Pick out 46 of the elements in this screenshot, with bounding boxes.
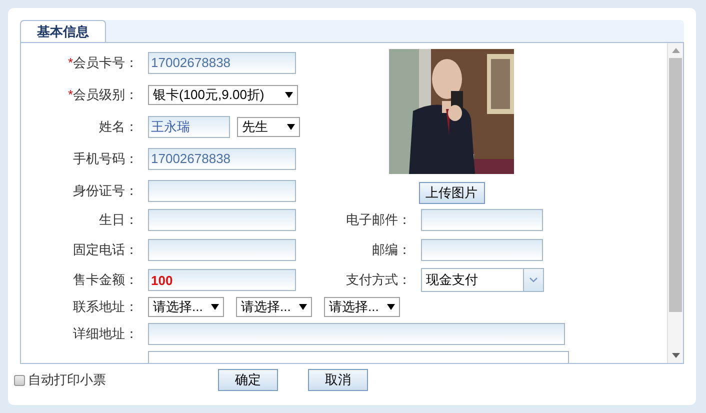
dropdown-arrow-icon xyxy=(285,92,293,98)
dropdown[interactable]: 先生 xyxy=(237,116,300,136)
dropdown-arrow-icon xyxy=(387,304,395,310)
dropdown[interactable]: 现金支付 xyxy=(421,268,544,292)
text-field[interactable] xyxy=(148,180,296,202)
field-label: 生日： xyxy=(99,212,138,228)
dropdown[interactable]: 银卡(100元,9.00折) xyxy=(148,84,298,104)
field-label: 支付方式： xyxy=(346,272,411,288)
dropdown[interactable]: 请选择... xyxy=(148,297,224,317)
checkbox[interactable] xyxy=(14,374,25,386)
required-mark: * xyxy=(68,86,73,102)
field-label: 身份证号： xyxy=(73,182,138,198)
dropdown-arrow-icon xyxy=(287,124,295,130)
text-field[interactable]: 17002678838 xyxy=(148,148,296,170)
text-field[interactable] xyxy=(148,323,565,345)
field-label: 会员级别： xyxy=(73,86,138,102)
text-field[interactable]: 17002678838 xyxy=(148,52,296,74)
field-label: 详细地址： xyxy=(73,326,138,342)
field-label: 电子邮件： xyxy=(346,212,411,228)
field-label: 联系地址： xyxy=(73,299,138,314)
dialog-button[interactable]: 确定 xyxy=(218,369,278,391)
scroll-down-arrow-icon xyxy=(672,353,680,358)
field-label: 固定电话： xyxy=(73,242,138,258)
text-field[interactable] xyxy=(148,239,296,261)
text-field[interactable] xyxy=(148,209,296,231)
tab[interactable]: 基本信息 xyxy=(20,20,106,43)
field-label: 手机号码： xyxy=(73,150,138,166)
scrollbar[interactable] xyxy=(667,43,683,363)
text-field[interactable] xyxy=(421,239,543,261)
dropdown[interactable]: 请选择... xyxy=(324,297,400,317)
upload-button[interactable]: 上传图片 xyxy=(418,182,484,204)
dropdown-arrow-icon xyxy=(211,304,219,310)
dropdown-arrow-icon xyxy=(299,304,307,310)
field-label: 姓名： xyxy=(99,118,138,134)
text-field[interactable]: 100 xyxy=(148,269,296,291)
field-label: 售卡金额： xyxy=(73,272,138,288)
checkbox-label: 自动打印小票 xyxy=(28,371,106,390)
dialog-button[interactable]: 取消 xyxy=(308,369,368,391)
chevron-down-icon xyxy=(529,277,538,283)
required-mark: * xyxy=(68,54,73,70)
field-label: 会员卡号： xyxy=(73,54,138,70)
text-field[interactable]: 王永瑞 xyxy=(148,116,230,138)
scroll-up-arrow-icon xyxy=(672,48,680,53)
dropdown[interactable]: 请选择... xyxy=(236,297,312,317)
field-label: 邮编： xyxy=(372,242,411,258)
text-field[interactable] xyxy=(421,209,543,231)
